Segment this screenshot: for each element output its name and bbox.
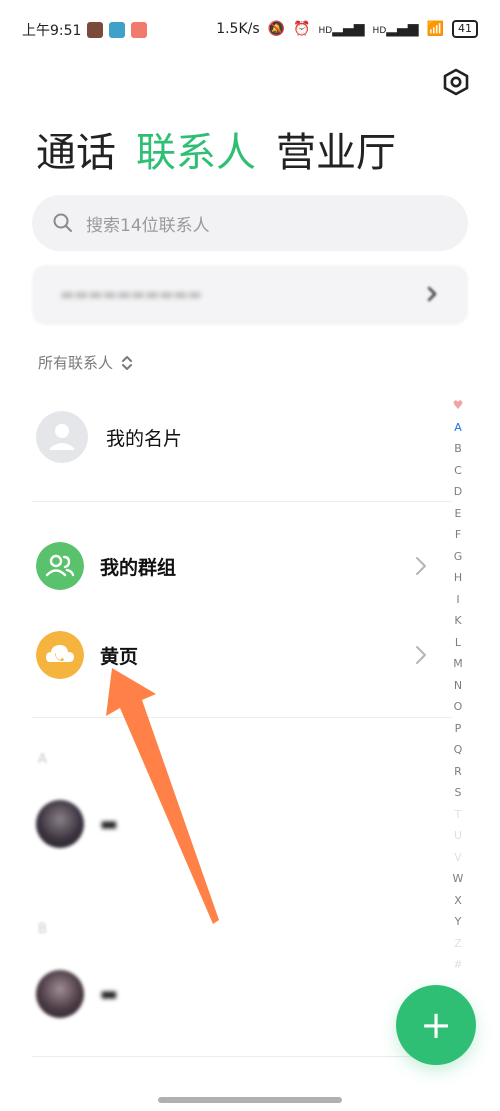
chevron-right-icon: [427, 286, 437, 302]
index-letter[interactable]: C: [450, 460, 466, 482]
sort-toggle-icon: [122, 355, 133, 370]
account-contacts-card[interactable]: ▬▬▬▬▬▬▬▬▬▬: [32, 265, 468, 325]
hd-badge: HD: [318, 26, 333, 36]
index-letter[interactable]: E: [450, 503, 466, 525]
index-letter[interactable]: R: [450, 761, 466, 783]
plus-icon: +: [420, 1003, 452, 1047]
signal-icon: HD▂▄▆: [318, 21, 365, 37]
contact-row[interactable]: ▬: [36, 970, 118, 1018]
groups-icon: [36, 542, 84, 590]
app-icon: [87, 22, 104, 38]
index-letter[interactable]: Y: [450, 911, 466, 933]
index-letter[interactable]: B: [450, 438, 466, 460]
index-letter[interactable]: T: [450, 804, 466, 826]
index-letter[interactable]: D: [450, 481, 466, 503]
search-icon: [53, 213, 72, 232]
index-letter[interactable]: H: [450, 567, 466, 589]
status-bar: 上午9:51 1.5K/s 🔕 ⏰ HD▂▄▆ HD▂▄▆ 📶 41: [0, 0, 500, 60]
status-right: 1.5K/s 🔕 ⏰ HD▂▄▆ HD▂▄▆ 📶 41: [216, 20, 478, 38]
index-letter[interactable]: X: [450, 890, 466, 912]
search-bar[interactable]: 搜索14位联系人: [32, 195, 468, 251]
index-letter[interactable]: U: [450, 825, 466, 847]
status-time: 上午9:51: [22, 23, 82, 39]
contact-name: ▬: [100, 813, 118, 835]
my-card-label: 我的名片: [106, 427, 183, 450]
index-letter[interactable]: W: [450, 868, 466, 890]
chevron-right-icon: [416, 557, 426, 575]
section-header-b: B: [38, 922, 47, 937]
my-groups-label: 我的群组: [100, 556, 177, 579]
index-letter[interactable]: I: [450, 589, 466, 611]
add-contact-button[interactable]: +: [396, 985, 476, 1065]
alarm-icon: ⏰: [293, 21, 311, 37]
index-letter[interactable]: #: [450, 954, 466, 976]
contact-avatar: [36, 800, 84, 848]
divider: [32, 717, 452, 718]
app-icon: [109, 22, 126, 38]
my-groups-row[interactable]: 我的群组: [36, 542, 176, 590]
index-letter[interactable]: V: [450, 847, 466, 869]
index-letter[interactable]: O: [450, 696, 466, 718]
contacts-filter[interactable]: 所有联系人: [38, 352, 133, 373]
tab-service-hall[interactable]: 营业厅: [276, 120, 396, 178]
section-header-a: A: [38, 752, 47, 767]
blurred-text: ▬▬▬▬▬▬▬▬▬▬: [60, 285, 202, 303]
index-letter[interactable]: N: [450, 675, 466, 697]
home-indicator: [158, 1097, 342, 1103]
index-letter[interactable]: P: [450, 718, 466, 740]
hd-badge: HD: [372, 26, 387, 36]
chevron-right-icon: [416, 646, 426, 664]
filter-label: 所有联系人: [38, 354, 114, 372]
contact-name: ▬: [100, 983, 118, 1005]
index-letter[interactable]: A: [450, 417, 466, 439]
signal-icon: HD▂▄▆: [372, 21, 419, 37]
yellow-pages-label: 黄页: [100, 645, 139, 668]
index-letter[interactable]: L: [450, 632, 466, 654]
divider: [32, 1056, 452, 1057]
my-card-row[interactable]: 我的名片: [36, 411, 182, 463]
tab-contacts[interactable]: 联系人: [136, 120, 256, 178]
cloud-phone-icon: [36, 631, 84, 679]
index-letter[interactable]: K: [450, 610, 466, 632]
alphabet-index[interactable]: ♥ A B C D E F G H I K L M N O P Q R S T …: [450, 395, 466, 976]
person-avatar-icon: [36, 411, 88, 463]
contact-row[interactable]: ▬: [36, 800, 118, 848]
index-letter[interactable]: F: [450, 524, 466, 546]
search-placeholder: 搜索14位联系人: [86, 215, 210, 236]
index-letter[interactable]: Q: [450, 739, 466, 761]
yellow-pages-row[interactable]: 黄页: [36, 631, 138, 679]
status-left: 上午9:51: [22, 20, 148, 40]
index-letter[interactable]: Z: [450, 933, 466, 955]
net-speed: 1.5K/s: [216, 21, 260, 37]
index-letter[interactable]: S: [450, 782, 466, 804]
mute-icon: 🔕: [267, 21, 286, 37]
index-letter[interactable]: M: [450, 653, 466, 675]
wifi-icon: 📶: [426, 21, 444, 37]
index-letter[interactable]: G: [450, 546, 466, 568]
settings-icon[interactable]: [442, 68, 470, 96]
favorite-heart-icon[interactable]: ♥: [450, 395, 466, 417]
tab-calls[interactable]: 通话: [36, 120, 116, 178]
contact-avatar: [36, 970, 84, 1018]
battery-icon: 41: [452, 20, 478, 38]
top-tabs: 通话 联系人 营业厅: [36, 120, 396, 178]
divider: [32, 501, 452, 502]
app-icon: [131, 22, 148, 38]
